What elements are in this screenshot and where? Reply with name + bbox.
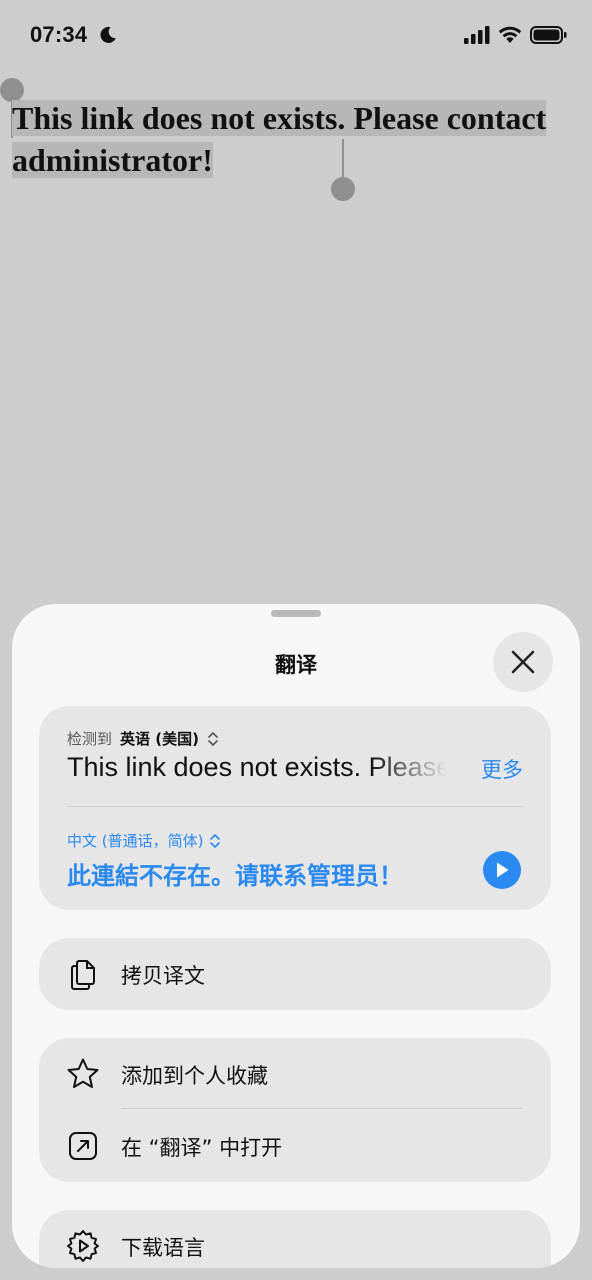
play-icon [497, 862, 509, 878]
detected-language-row[interactable]: 检测到 英语 (美国) [67, 728, 219, 749]
status-bar: 07:34 [0, 0, 592, 70]
translated-text: 此連結不存在。请联系管理员！ [67, 862, 403, 890]
status-indicators [464, 24, 568, 46]
download-languages-label: 下载语言 [121, 1236, 205, 1260]
source-text: This link does not exists. Please contac… [67, 752, 447, 782]
chevron-up-down-icon [208, 731, 218, 746]
row-divider [121, 1108, 523, 1109]
close-button[interactable] [493, 632, 553, 692]
target-language: 中文 (普通话，简体) [67, 832, 204, 850]
open-in-translate-button[interactable]: 在 “翻译” 中打开 [39, 1110, 551, 1182]
add-to-favorites-button[interactable]: 添加到个人收藏 [39, 1038, 551, 1110]
copy-card: 拷贝译文 [39, 938, 551, 1010]
page-message[interactable]: This link does not exists. Please contac… [12, 97, 582, 181]
copy-translation-label: 拷贝译文 [121, 964, 205, 988]
detect-prefix: 检测到 [67, 730, 113, 748]
selected-text: This link does not exists. Please contac… [12, 100, 547, 178]
moon-icon [100, 26, 116, 43]
download-card: 下载语言 [39, 1210, 551, 1268]
selection-end-handle[interactable] [331, 177, 355, 201]
copy-translation-button[interactable]: 拷贝译文 [39, 938, 551, 1010]
open-external-icon [69, 1132, 97, 1160]
play-button[interactable] [483, 851, 521, 889]
card-divider [67, 806, 523, 807]
star-icon [67, 1058, 99, 1088]
copy-icon [71, 960, 95, 990]
sheet-grabber[interactable] [271, 610, 321, 617]
gear-icon [67, 1230, 99, 1262]
chevron-up-down-icon [210, 833, 221, 848]
more-button[interactable]: 更多 [481, 754, 523, 784]
translate-sheet: 翻译 检测到 英语 (美国) This link does not exists… [12, 604, 580, 1268]
status-time: 07:34 [30, 22, 88, 47]
open-in-translate-label: 在 “翻译” 中打开 [121, 1136, 283, 1160]
translation-card: 检测到 英语 (美国) This link does not exists. P… [39, 706, 551, 910]
download-languages-button[interactable]: 下载语言 [39, 1210, 551, 1268]
actions-card: 添加到个人收藏 在 “翻译” 中打开 [39, 1038, 551, 1182]
add-to-favorites-label: 添加到个人收藏 [121, 1064, 268, 1088]
cellular-signal-icon [464, 26, 490, 44]
target-language-row[interactable]: 中文 (普通话，简体) [67, 830, 221, 851]
battery-icon [530, 26, 567, 44]
close-icon [511, 650, 535, 674]
wifi-icon [498, 26, 522, 43]
detected-language: 英语 (美国) [120, 730, 199, 748]
